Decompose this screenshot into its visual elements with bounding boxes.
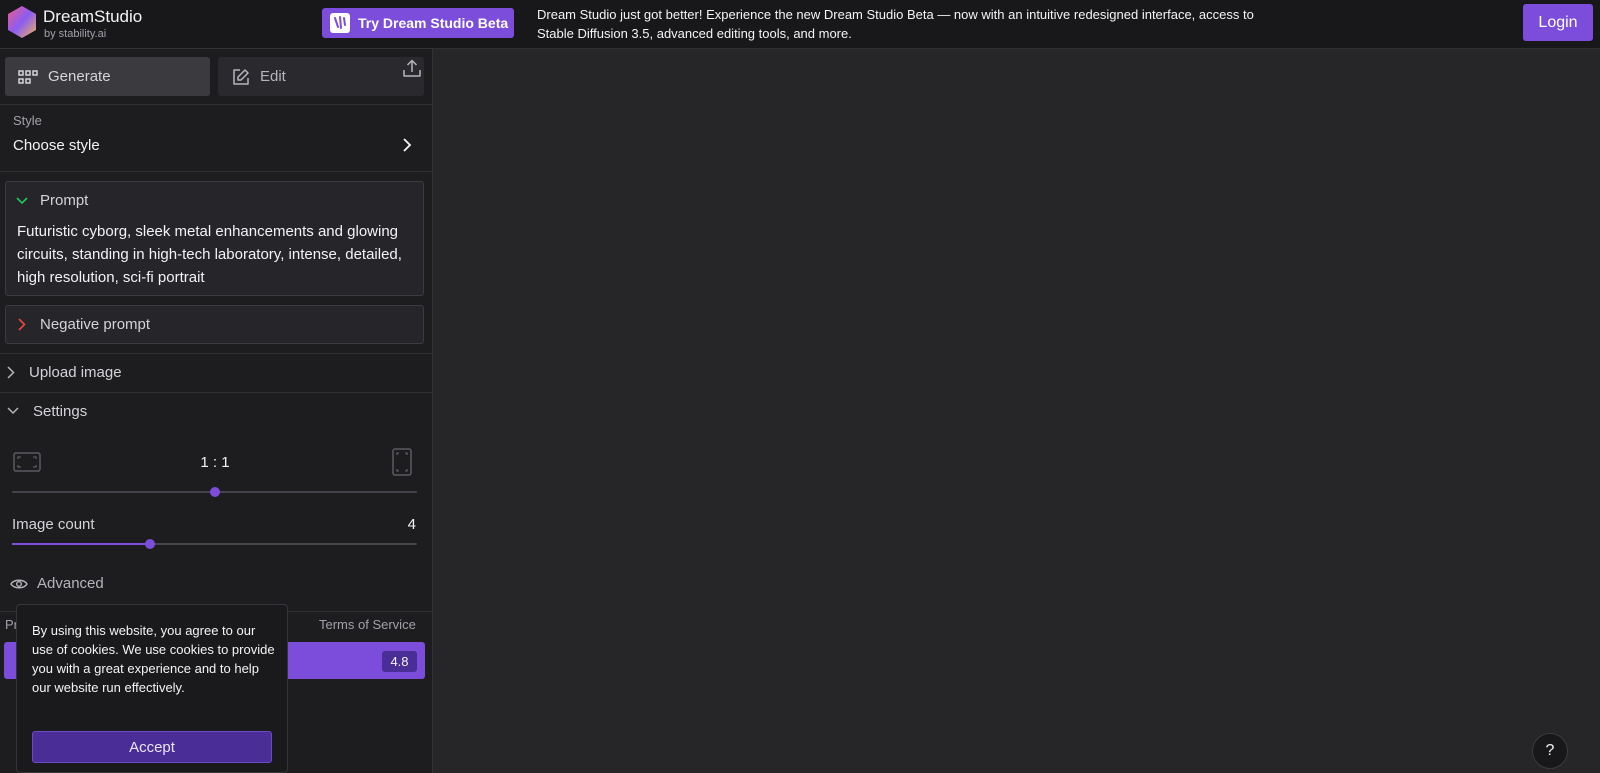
portrait-aspect-icon[interactable] (392, 448, 412, 476)
settings-toggle[interactable]: Settings (0, 392, 433, 430)
beta-logo-icon (330, 13, 350, 33)
prompt-toggle[interactable]: Prompt (16, 192, 88, 209)
accept-cookies-button[interactable]: Accept (32, 731, 272, 763)
choose-style-selector[interactable]: Choose style (0, 129, 433, 159)
cookie-message: By using this website, you agree to our … (32, 623, 275, 695)
try-beta-label: Try Dream Studio Beta (358, 15, 509, 31)
chevron-down-icon (7, 407, 19, 415)
aspect-ratio-slider-thumb[interactable] (209, 487, 220, 497)
negative-prompt-toggle[interactable]: Negative prompt (5, 305, 424, 344)
try-beta-button[interactable]: Try Dream Studio Beta (322, 8, 514, 38)
upload-icon[interactable] (403, 59, 421, 77)
upload-image-toggle[interactable]: Upload image (0, 353, 433, 391)
image-count-label: Image count (12, 516, 95, 533)
eye-icon (10, 579, 28, 588)
credit-cost-badge: 4.8 (382, 651, 417, 672)
tab-edit[interactable]: Edit (218, 57, 424, 96)
terms-link[interactable]: Terms of Service (319, 617, 416, 632)
cookie-consent-popup: By using this website, you agree to our … (16, 604, 288, 773)
chevron-right-icon (18, 318, 26, 331)
advanced-toggle[interactable]: Advanced (10, 575, 104, 592)
divider (0, 171, 433, 172)
aspect-ratio-value: 1 : 1 (200, 454, 230, 471)
prompt-textarea[interactable]: Futuristic cyborg, sleek metal enhanceme… (17, 220, 407, 289)
negative-prompt-label: Negative prompt (40, 316, 151, 333)
image-count-slider-fill (12, 543, 150, 545)
advanced-label: Advanced (37, 575, 104, 592)
style-label: Style (13, 113, 42, 128)
tab-edit-label: Edit (260, 68, 286, 85)
grid-icon (18, 69, 38, 84)
image-count-slider-thumb[interactable] (144, 539, 155, 549)
prompt-label: Prompt (40, 192, 89, 209)
style-value: Choose style (13, 137, 100, 154)
edit-icon (233, 68, 249, 85)
prompt-panel: Prompt Futuristic cyborg, sleek metal en… (5, 181, 424, 296)
brand-title: DreamStudio (43, 7, 143, 26)
upload-image-label: Upload image (29, 363, 122, 381)
chevron-right-icon (7, 365, 15, 379)
brand-subtitle: by stability.ai (44, 28, 107, 40)
tab-generate[interactable]: Generate (5, 57, 210, 96)
chevron-right-icon (403, 138, 412, 152)
tab-generate-label: Generate (48, 68, 111, 85)
stability-logo[interactable] (6, 5, 38, 39)
divider (0, 104, 433, 105)
landscape-aspect-icon[interactable] (13, 452, 41, 472)
login-button[interactable]: Login (1523, 4, 1593, 41)
announcement-text: Dream Studio just got better! Experience… (537, 7, 1254, 41)
settings-label: Settings (33, 402, 88, 420)
help-button[interactable]: ? (1532, 733, 1568, 769)
image-count-value: 4 (407, 516, 416, 533)
top-bar: DreamStudio by stability.ai Try Dream St… (0, 0, 1600, 49)
chevron-down-icon (16, 196, 28, 204)
